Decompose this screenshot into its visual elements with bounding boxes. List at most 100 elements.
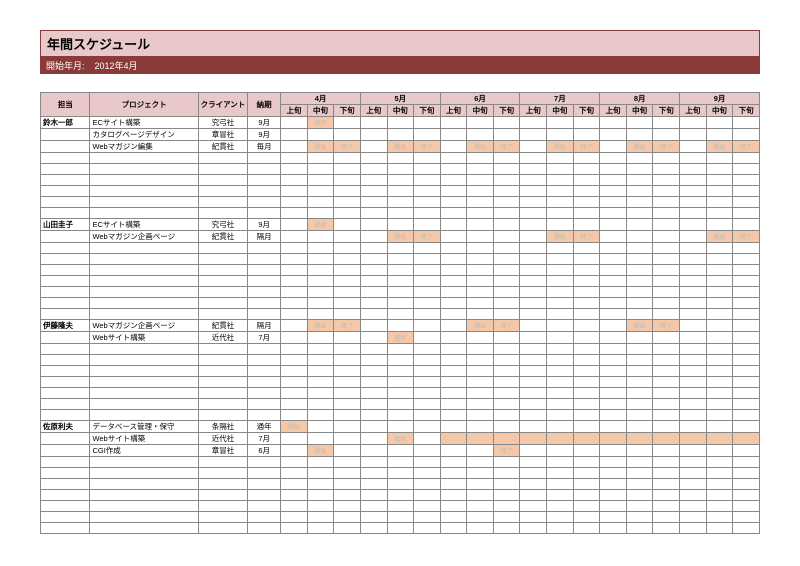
- gantt-cell: [547, 332, 574, 344]
- gantt-cell: [467, 175, 494, 186]
- gantt-cell: [307, 197, 334, 208]
- gantt-cell: [440, 276, 467, 287]
- gantt-cell: [467, 243, 494, 254]
- gantt-cell: [680, 501, 707, 512]
- gantt-cell: [414, 468, 441, 479]
- gantt-cell: [493, 208, 520, 219]
- gantt-cell: [467, 129, 494, 141]
- project-cell: [90, 243, 198, 254]
- gantt-cell: [653, 276, 680, 287]
- gantt-cell: [414, 153, 441, 164]
- gantt-cell: 終了: [573, 231, 600, 243]
- gantt-cell: [600, 468, 627, 479]
- gantt-cell: [414, 309, 441, 320]
- gantt-cell: [520, 153, 547, 164]
- gantt-cell: [626, 377, 653, 388]
- gantt-cell: [520, 355, 547, 366]
- gantt-cell: [520, 512, 547, 523]
- gantt-cell: [520, 388, 547, 399]
- gantt-cell: [414, 254, 441, 265]
- gantt-cell: [680, 421, 707, 433]
- gantt-cell: [626, 399, 653, 410]
- gantt-cell: [334, 512, 361, 523]
- gantt-cell: [334, 208, 361, 219]
- gantt-cell: [387, 445, 414, 457]
- table-row: 佐原利夫データベース管理・保守条隔社通年開始: [41, 421, 760, 433]
- gantt-cell: [520, 141, 547, 153]
- gantt-cell: [281, 355, 308, 366]
- gantt-cell: [520, 399, 547, 410]
- project-cell: [90, 410, 198, 421]
- gantt-cell: [281, 175, 308, 186]
- gantt-cell: [414, 197, 441, 208]
- gantt-cell: 終了: [493, 320, 520, 332]
- gantt-cell: [493, 197, 520, 208]
- table-row: 伊藤隆夫Webマガジン企画ページ紀貫社隔月開始終了開始終了開始終了: [41, 320, 760, 332]
- gantt-cell: [467, 366, 494, 377]
- gantt-cell: [653, 332, 680, 344]
- gantt-cell: [387, 175, 414, 186]
- gantt-cell: [440, 287, 467, 298]
- gantt-cell: [387, 129, 414, 141]
- gantt-cell: [520, 410, 547, 421]
- gantt-cell: [440, 410, 467, 421]
- project-cell: Webマガジン企画ページ: [90, 231, 198, 243]
- gantt-cell: [440, 117, 467, 129]
- gantt-cell: [440, 129, 467, 141]
- client-cell: [198, 175, 247, 186]
- gantt-cell: [653, 457, 680, 468]
- month-header: 4月: [281, 93, 361, 105]
- project-cell: [90, 254, 198, 265]
- month-header: 7月: [520, 93, 600, 105]
- gantt-cell: [600, 287, 627, 298]
- client-cell: [198, 399, 247, 410]
- gantt-cell: [680, 468, 707, 479]
- gantt-cell: [600, 344, 627, 355]
- gantt-cell: [680, 479, 707, 490]
- gantt-cell: [600, 445, 627, 457]
- gantt-cell: [440, 433, 467, 445]
- gantt-cell: [626, 433, 653, 445]
- gantt-cell: [520, 117, 547, 129]
- gantt-cell: [600, 208, 627, 219]
- gantt-cell: [600, 421, 627, 433]
- period-header: 下旬: [573, 105, 600, 117]
- gantt-cell: [281, 445, 308, 457]
- person-cell: [41, 153, 90, 164]
- client-cell: [198, 265, 247, 276]
- gantt-cell: [653, 501, 680, 512]
- gantt-cell: [360, 175, 387, 186]
- gantt-cell: [573, 433, 600, 445]
- gantt-cell: [281, 410, 308, 421]
- gantt-cell: [706, 388, 733, 399]
- gantt-cell: [626, 153, 653, 164]
- gantt-cell: [467, 399, 494, 410]
- gantt-cell: [360, 433, 387, 445]
- gantt-cell: [680, 197, 707, 208]
- gantt-cell: [387, 388, 414, 399]
- gantt-cell: [440, 457, 467, 468]
- gantt-cell: [706, 208, 733, 219]
- gantt-cell: [387, 479, 414, 490]
- gantt-cell: [706, 287, 733, 298]
- period-header: 上旬: [440, 105, 467, 117]
- gantt-cell: 進捗: [307, 117, 334, 129]
- gantt-cell: [334, 276, 361, 287]
- client-cell: [198, 468, 247, 479]
- gantt-cell: [493, 344, 520, 355]
- gantt-cell: [626, 523, 653, 534]
- gantt-cell: [600, 433, 627, 445]
- gantt-cell: [547, 410, 574, 421]
- gantt-cell: [334, 501, 361, 512]
- gantt-cell: [334, 399, 361, 410]
- gantt-cell: [307, 153, 334, 164]
- project-cell: ECサイト構築: [90, 117, 198, 129]
- gantt-cell: [733, 309, 760, 320]
- gantt-cell: [626, 332, 653, 344]
- gantt-cell: [547, 320, 574, 332]
- gantt-cell: [281, 501, 308, 512]
- person-cell: [41, 164, 90, 175]
- gantt-cell: [334, 421, 361, 433]
- gantt-cell: [600, 377, 627, 388]
- gantt-cell: [493, 231, 520, 243]
